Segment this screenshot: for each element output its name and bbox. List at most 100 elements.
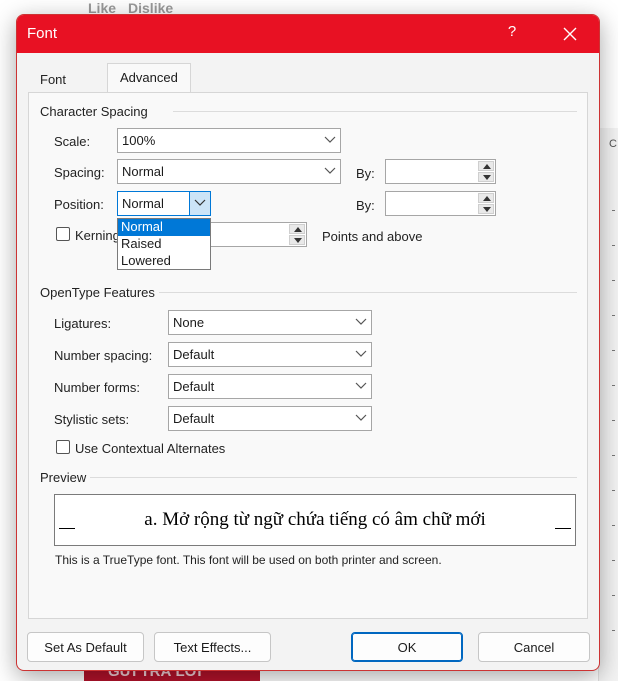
position-dropdown-button[interactable] — [189, 191, 211, 216]
ok-button[interactable]: OK — [351, 632, 463, 662]
chevron-down-icon — [194, 199, 206, 206]
vertical-ruler — [598, 128, 618, 681]
spin-buttons — [289, 224, 305, 245]
set-as-default-button[interactable]: Set As Default — [27, 632, 144, 662]
chevron-down-icon — [355, 318, 367, 325]
position-dropdown[interactable]: Normal — [117, 191, 211, 216]
number-spacing-value: Default — [173, 347, 215, 362]
spin-down-button[interactable] — [289, 235, 305, 245]
stylistic-sets-label: Stylistic sets: — [54, 412, 130, 427]
number-forms-dropdown[interactable]: Default — [168, 374, 372, 399]
title-bar: Font ? — [17, 15, 599, 53]
position-option-lowered[interactable]: Lowered — [118, 253, 210, 270]
font-dialog: Font ? Font Advanced Character Spacing S… — [16, 14, 600, 671]
preview-underline-right — [555, 528, 571, 529]
spin-down-button[interactable] — [478, 172, 494, 182]
arrow-up-icon — [483, 164, 491, 169]
section-divider — [173, 111, 577, 112]
ruler-tick — [612, 630, 615, 631]
spin-up-button[interactable] — [289, 224, 305, 234]
character-spacing-heading: Character Spacing — [40, 104, 148, 119]
spin-buttons — [478, 193, 494, 214]
scale-dropdown-button[interactable] — [320, 129, 340, 152]
chevron-down-icon — [324, 167, 336, 174]
ligatures-value: None — [173, 315, 205, 330]
position-by-label: By: — [356, 198, 375, 213]
ruler-tick — [612, 455, 615, 456]
help-button[interactable]: ? — [497, 23, 527, 45]
text-effects-button[interactable]: Text Effects... — [154, 632, 271, 662]
ruler-tick — [612, 490, 615, 491]
arrow-down-icon — [483, 207, 491, 212]
ligatures-label: Ligatures: — [54, 316, 112, 331]
ligatures-dropdown[interactable]: None — [168, 310, 372, 335]
number-spacing-dropdown[interactable]: Default — [168, 342, 372, 367]
spacing-by-spinner[interactable] — [385, 159, 496, 184]
number-forms-label: Number forms: — [54, 380, 140, 395]
chevron-down-icon — [355, 350, 367, 357]
contextual-alternates-label: Use Contextual Alternates — [75, 441, 226, 456]
kerning-checkbox[interactable] — [56, 227, 70, 241]
ruler-tick — [612, 315, 615, 316]
points-and-above-label: Points and above — [322, 229, 423, 244]
kerning-label: Kerning — [75, 228, 120, 243]
scale-combobox[interactable]: 100% — [117, 128, 341, 153]
scale-label: Scale: — [54, 134, 91, 149]
ruler-tick — [612, 595, 615, 596]
tab-advanced[interactable]: Advanced — [107, 63, 191, 93]
number-forms-value: Default — [173, 379, 215, 394]
chevron-down-icon — [355, 382, 367, 389]
tab-font[interactable]: Font — [28, 67, 78, 91]
stylistic-sets-dropdown[interactable]: Default — [168, 406, 372, 431]
arrow-down-icon — [294, 238, 302, 243]
position-options-list: Normal Raised Lowered — [117, 218, 211, 270]
section-divider — [90, 477, 577, 478]
ruler-tick — [612, 245, 615, 246]
preview-text: a. Mở rộng từ ngữ chứa tiếng có âm chữ m… — [144, 509, 486, 530]
cancel-button[interactable]: Cancel — [478, 632, 590, 662]
arrow-up-icon — [483, 196, 491, 201]
opentype-features-heading: OpenType Features — [40, 285, 155, 300]
stylistic-sets-value: Default — [173, 411, 215, 426]
spacing-label: Spacing: — [54, 165, 105, 180]
section-divider — [159, 292, 577, 293]
number-spacing-dropdown-button[interactable] — [351, 343, 371, 366]
chevron-down-icon — [324, 136, 336, 143]
spacing-value: Normal — [122, 164, 164, 179]
ruler-tick — [612, 350, 615, 351]
ruler-tick — [612, 560, 615, 561]
dialog-title: Font — [27, 25, 58, 42]
arrow-up-icon — [294, 227, 302, 232]
kerning-points-spinner[interactable] — [207, 222, 307, 247]
close-button[interactable] — [555, 19, 585, 49]
position-label: Position: — [54, 197, 104, 212]
spin-buttons — [478, 161, 494, 182]
preview-heading: Preview — [40, 470, 87, 485]
number-spacing-label: Number spacing: — [54, 348, 153, 363]
spin-up-button[interactable] — [478, 161, 494, 171]
spacing-dropdown[interactable]: Normal — [117, 159, 341, 184]
close-icon — [563, 27, 577, 41]
spacing-by-label: By: — [356, 166, 375, 181]
scale-value: 100% — [122, 133, 156, 148]
contextual-alternates-checkbox[interactable] — [56, 440, 70, 454]
stylistic-sets-dropdown-button[interactable] — [351, 407, 371, 430]
position-by-spinner[interactable] — [385, 191, 496, 216]
position-value: Normal — [122, 196, 164, 211]
spin-up-button[interactable] — [478, 193, 494, 203]
ruler-label: C — [609, 138, 617, 150]
preview-box: a. Mở rộng từ ngữ chứa tiếng có âm chữ m… — [54, 494, 576, 546]
chevron-down-icon — [355, 414, 367, 421]
position-option-normal[interactable]: Normal — [118, 219, 210, 236]
truetype-note: This is a TrueType font. This font will … — [55, 553, 442, 567]
ruler-tick — [612, 420, 615, 421]
ruler-tick — [612, 280, 615, 281]
spacing-dropdown-button[interactable] — [320, 160, 340, 183]
ruler-tick — [612, 210, 615, 211]
ruler-tick — [612, 525, 615, 526]
number-forms-dropdown-button[interactable] — [351, 375, 371, 398]
ligatures-dropdown-button[interactable] — [351, 311, 371, 334]
spin-down-button[interactable] — [478, 204, 494, 214]
arrow-down-icon — [483, 175, 491, 180]
position-option-raised[interactable]: Raised — [118, 236, 210, 253]
